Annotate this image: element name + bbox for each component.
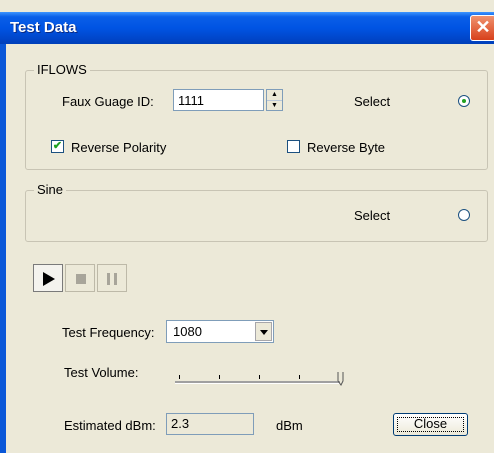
sine-legend: Sine <box>34 182 67 197</box>
play-button[interactable] <box>33 264 63 292</box>
pause-icon <box>107 273 110 285</box>
sine-select-radio[interactable] <box>458 209 470 221</box>
slider-track[interactable] <box>175 381 340 384</box>
slider-tick <box>299 375 300 379</box>
dbm-readout: 2.3 <box>166 413 254 435</box>
reverse-polarity-label: Reverse Polarity <box>71 140 167 155</box>
dbm-unit: dBm <box>276 418 303 433</box>
slider-tick <box>179 375 180 379</box>
reverse-byte-label: Reverse Byte <box>307 140 386 155</box>
slider-thumb[interactable] <box>337 372 344 386</box>
sine-select-label: Select <box>354 208 391 223</box>
title-bar[interactable]: Test Data ✕ <box>0 12 494 44</box>
stop-button[interactable] <box>65 264 95 292</box>
iflows-group: IFLOWS <box>25 62 488 170</box>
gauge-id-input[interactable] <box>173 89 264 111</box>
iflows-select-radio[interactable] <box>458 95 470 107</box>
test-data-dialog: Test Data ✕ IFLOWS Faux Guage ID: ▲ ▼ Se… <box>0 0 494 453</box>
slider-tick <box>219 375 220 379</box>
frequency-value: 1080 <box>173 324 202 339</box>
sine-group: Sine <box>25 182 488 242</box>
gauge-id-label: Faux Guage ID: <box>62 94 154 109</box>
dialog-title: Test Data <box>10 19 77 36</box>
play-icon <box>43 272 55 286</box>
iflows-legend: IFLOWS <box>34 62 90 77</box>
frequency-select[interactable]: 1080 <box>166 320 274 343</box>
close-button[interactable]: Close <box>393 413 468 436</box>
volume-label: Test Volume: <box>64 365 139 380</box>
window-frame <box>0 44 6 453</box>
title-close-icon[interactable]: ✕ <box>470 15 494 41</box>
iflows-select-label: Select <box>354 94 391 109</box>
stop-icon <box>76 274 86 284</box>
spin-up-icon[interactable]: ▲ <box>267 90 282 101</box>
dbm-label: Estimated dBm: <box>64 418 156 433</box>
pause-icon-bar <box>114 273 117 285</box>
reverse-polarity-checkbox[interactable]: ✔ <box>51 140 64 153</box>
pause-button[interactable] <box>97 264 127 292</box>
frequency-dropdown-button[interactable] <box>255 322 272 341</box>
gauge-id-spinner[interactable]: ▲ ▼ <box>266 89 283 111</box>
spin-down-icon[interactable]: ▼ <box>267 101 282 111</box>
slider-tick <box>259 375 260 379</box>
focus-rect <box>397 417 464 432</box>
radio-selected-dot <box>462 99 466 103</box>
frequency-label: Test Frequency: <box>62 325 155 340</box>
dbm-value: 2.3 <box>171 416 190 431</box>
reverse-byte-checkbox[interactable] <box>287 140 300 153</box>
chevron-down-icon <box>260 330 268 335</box>
